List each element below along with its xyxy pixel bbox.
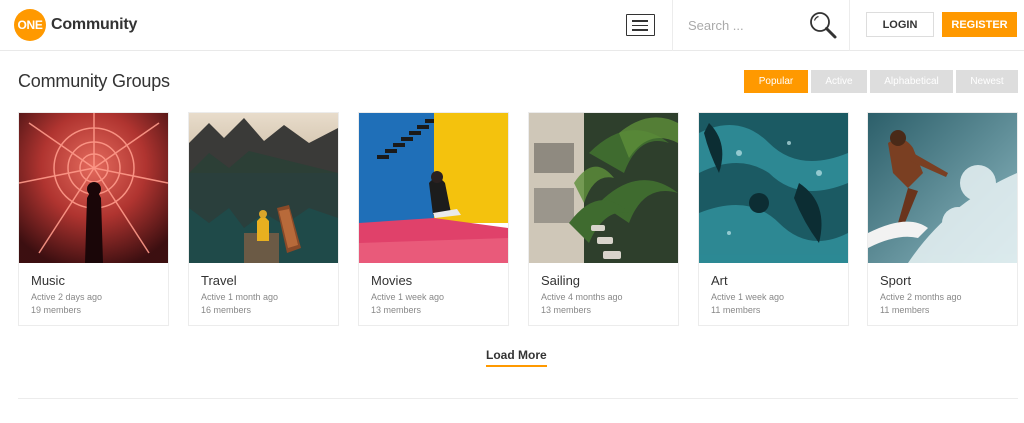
group-image-sailing [529, 113, 678, 263]
group-name[interactable]: Music [31, 273, 65, 288]
group-member-count: 19 members [31, 305, 82, 315]
filter-popular[interactable]: Popular [744, 70, 808, 93]
group-filter-tabs: Popular Active Alphabetical Newest [744, 70, 1018, 93]
group-name[interactable]: Art [711, 273, 728, 288]
group-image-music [19, 113, 168, 263]
group-image-movies [359, 113, 508, 263]
group-card-art[interactable]: Art Active 1 week ago 11 members [698, 112, 849, 326]
group-member-count: 16 members [201, 305, 252, 315]
header-divider [849, 0, 850, 51]
group-last-active: Active 2 days ago [31, 292, 103, 302]
hamburger-menu-icon[interactable] [626, 14, 655, 36]
site-logo[interactable]: ONE Community [14, 9, 137, 41]
group-card-movies[interactable]: Movies Active 1 week ago 13 members [358, 112, 509, 326]
filter-active[interactable]: Active [811, 70, 867, 93]
group-card-sport[interactable]: Sport Active 2 months ago 11 members [867, 112, 1018, 326]
group-image-art [699, 113, 848, 263]
logo-badge: ONE [14, 9, 46, 41]
load-more-button[interactable]: Load More [486, 348, 547, 367]
group-member-count: 11 members [880, 305, 930, 315]
site-header: ONE Community LOGIN REGISTER [0, 0, 1024, 51]
filter-alphabetical[interactable]: Alphabetical [870, 70, 953, 93]
login-button[interactable]: LOGIN [866, 12, 934, 37]
logo-text: Community [51, 16, 138, 33]
group-last-active: Active 1 month ago [201, 292, 279, 302]
group-name[interactable]: Movies [371, 273, 412, 288]
search-input[interactable] [688, 14, 798, 36]
group-member-count: 11 members [711, 305, 761, 315]
group-member-count: 13 members [541, 305, 592, 315]
group-last-active: Active 2 months ago [880, 292, 962, 302]
group-card-travel[interactable]: Travel Active 1 month ago 16 members [188, 112, 339, 326]
group-last-active: Active 1 week ago [711, 292, 785, 302]
group-card-music[interactable]: Music Active 2 days ago 19 members [18, 112, 169, 326]
group-name[interactable]: Sailing [541, 273, 580, 288]
group-image-sport [868, 113, 1017, 263]
group-image-travel [189, 113, 338, 263]
register-button[interactable]: REGISTER [942, 12, 1017, 37]
group-last-active: Active 4 months ago [541, 292, 623, 302]
page-title: Community Groups [18, 71, 170, 91]
group-name[interactable]: Sport [880, 273, 911, 288]
group-name[interactable]: Travel [201, 273, 237, 288]
filter-newest[interactable]: Newest [956, 70, 1018, 93]
group-last-active: Active 1 week ago [371, 292, 445, 302]
group-card-sailing[interactable]: Sailing Active 4 months ago 13 members [528, 112, 679, 326]
header-divider [672, 0, 673, 51]
section-divider [18, 398, 1018, 399]
group-member-count: 13 members [371, 305, 422, 315]
magnifier-icon[interactable] [808, 10, 838, 40]
